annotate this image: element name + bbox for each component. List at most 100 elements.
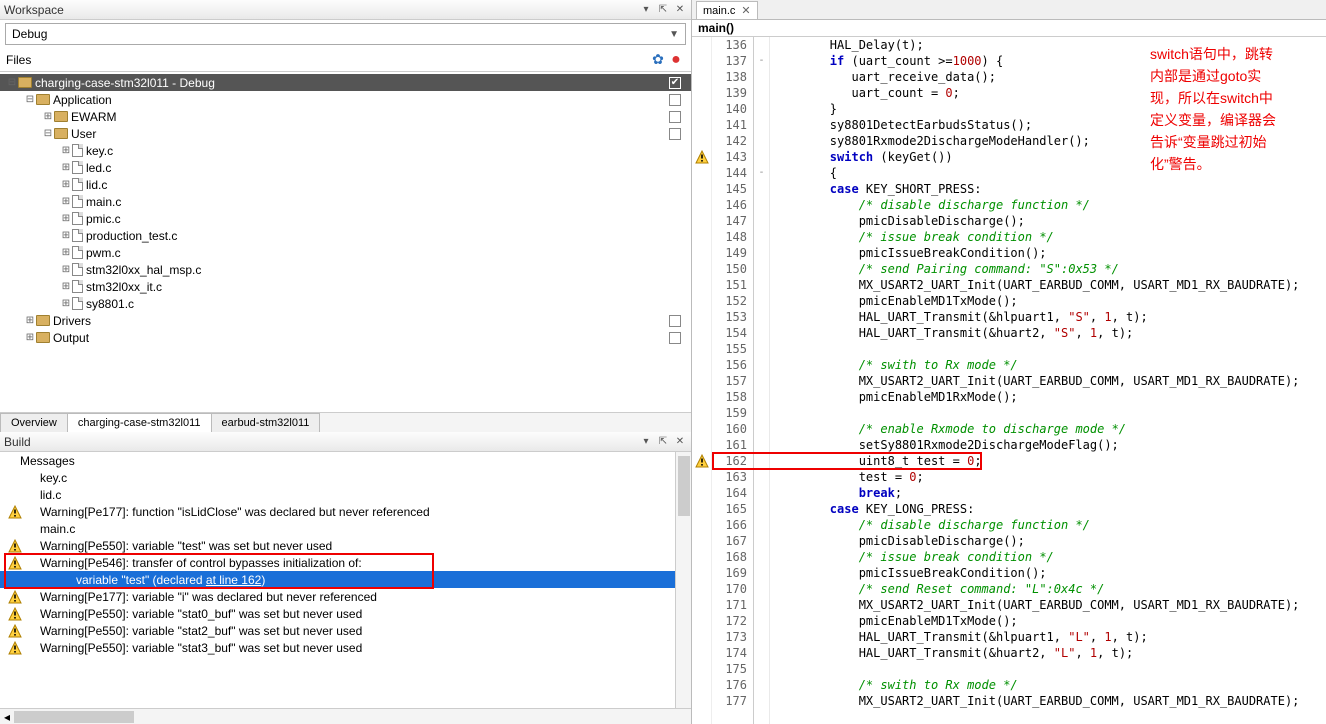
code-line[interactable]: MX_USART2_UART_Init(UART_EARBUD_COMM, US… [772,693,1326,709]
build-row[interactable]: Warning[Pe177]: function "isLidClose" wa… [0,503,675,520]
function-bar[interactable]: main() [692,20,1326,37]
code-line[interactable]: test = 0; [772,469,1326,485]
fold-marker[interactable] [754,341,769,357]
fold-marker[interactable] [754,533,769,549]
tree-checkbox[interactable] [669,128,681,140]
build-row[interactable]: Warning[Pe550]: variable "stat3_buf" was… [0,639,675,656]
code-line[interactable]: pmicEnableMD1RxMode(); [772,389,1326,405]
tree-checkbox[interactable] [669,94,681,106]
code-line[interactable] [772,341,1326,357]
fold-marker[interactable] [754,693,769,709]
fold-marker[interactable] [754,485,769,501]
fold-marker[interactable] [754,149,769,165]
build-hscroll[interactable]: ◂ [0,708,691,724]
fold-marker[interactable] [754,517,769,533]
tree-file-led-c[interactable]: ⊞led.c [0,159,691,176]
code-line[interactable]: /* swith to Rx mode */ [772,677,1326,693]
build-vscroll[interactable] [675,452,691,708]
code-line[interactable]: } [772,101,1326,117]
tab-earbud[interactable]: earbud-stm32l011 [211,413,321,432]
workspace-close-icon[interactable]: ✕ [673,3,687,17]
build-row[interactable]: Warning[Pe550]: variable "test" was set … [0,537,675,554]
code-line[interactable]: pmicEnableMD1TxMode(); [772,293,1326,309]
tree-twist-icon[interactable]: ⊞ [42,111,54,122]
build-row[interactable]: Warning[Pe550]: variable "stat2_buf" was… [0,622,675,639]
fold-marker[interactable] [754,117,769,133]
fold-marker[interactable] [754,677,769,693]
code-line[interactable]: sy8801DetectEarbudsStatus(); [772,117,1326,133]
build-row[interactable]: Warning[Pe177]: variable "i" was declare… [0,588,675,605]
tree-twist-icon[interactable]: ⊟ [6,77,18,88]
code-line[interactable]: sy8801Rxmode2DischargeModeHandler(); [772,133,1326,149]
tree-twist-icon[interactable]: ⊞ [60,281,72,292]
fold-marker[interactable] [754,245,769,261]
build-close-icon[interactable]: ✕ [673,435,687,449]
workspace-dropdown-icon[interactable]: ▾ [639,3,653,17]
build-row[interactable]: key.c [0,469,675,486]
fold-marker[interactable] [754,309,769,325]
code-line[interactable]: /* swith to Rx mode */ [772,357,1326,373]
fold-marker[interactable] [754,437,769,453]
fold-marker[interactable] [754,213,769,229]
code-line[interactable]: MX_USART2_UART_Init(UART_EARBUD_COMM, US… [772,373,1326,389]
code-line[interactable]: pmicDisableDischarge(); [772,213,1326,229]
tree-file-stm32l0xx_it-c[interactable]: ⊞stm32l0xx_it.c [0,278,691,295]
build-messages[interactable]: Messages key.clid.cWarning[Pe177]: funct… [0,452,675,708]
tab-charging-case[interactable]: charging-case-stm32l011 [67,413,212,432]
fold-gutter[interactable]: -- [754,37,770,724]
fold-marker[interactable] [754,229,769,245]
code-line[interactable]: /* send Reset command: "L":0x4c */ [772,581,1326,597]
fold-marker[interactable] [754,405,769,421]
fold-marker[interactable] [754,645,769,661]
fold-marker[interactable] [754,629,769,645]
code-line[interactable]: HAL_Delay(t); [772,37,1326,53]
build-row[interactable]: Warning[Pe550]: variable "stat0_buf" was… [0,605,675,622]
fold-marker[interactable] [754,181,769,197]
fold-marker[interactable] [754,325,769,341]
tree-checkbox[interactable]: ✔ [669,77,681,89]
code-line[interactable]: case KEY_LONG_PRESS: [772,501,1326,517]
code-line[interactable]: /* issue break condition */ [772,549,1326,565]
tree-file-pwm-c[interactable]: ⊞pwm.c [0,244,691,261]
fold-marker[interactable] [754,85,769,101]
code-line[interactable]: MX_USART2_UART_Init(UART_EARBUD_COMM, US… [772,597,1326,613]
fold-marker[interactable] [754,357,769,373]
build-row[interactable]: main.c [0,520,675,537]
code-line[interactable]: { [772,165,1326,181]
tree-twist-icon[interactable]: ⊞ [60,196,72,207]
code-line[interactable]: pmicIssueBreakCondition(); [772,245,1326,261]
tree-twist-icon[interactable]: ⊞ [24,315,36,326]
build-pin-icon[interactable]: ⇱ [656,435,670,449]
fold-marker[interactable] [754,133,769,149]
tree-folder-charging-case-stm32l011-debug[interactable]: ⊟charging-case-stm32l011 - Debug✔ [0,74,691,91]
tree-folder-drivers[interactable]: ⊞Drivers [0,312,691,329]
code-line[interactable]: /* issue break condition */ [772,229,1326,245]
fold-marker[interactable] [754,421,769,437]
code-line[interactable]: /* send Pairing command: "S":0x53 */ [772,261,1326,277]
tree-checkbox[interactable] [669,315,681,327]
code-line[interactable]: HAL_UART_Transmit(&huart2, "L", 1, t); [772,645,1326,661]
config-dropdown[interactable]: Debug ▼ [5,23,686,45]
code-line[interactable] [772,405,1326,421]
tree-twist-icon[interactable]: ⊟ [24,94,36,105]
fold-marker[interactable] [754,197,769,213]
code-line[interactable]: switch (keyGet()) [772,149,1326,165]
tree-twist-icon[interactable]: ⊞ [60,179,72,190]
code-line[interactable]: setSy8801Rxmode2DischargeModeFlag(); [772,437,1326,453]
tree-twist-icon[interactable]: ⊞ [60,145,72,156]
fold-marker[interactable] [754,581,769,597]
tree-file-pmic-c[interactable]: ⊞pmic.c [0,210,691,227]
fold-marker[interactable]: - [754,53,769,69]
fold-marker[interactable] [754,565,769,581]
tree-file-key-c[interactable]: ⊞key.c [0,142,691,159]
code-line[interactable] [772,661,1326,677]
code-line[interactable]: uint8_t test = 0; [772,453,1326,469]
code-line[interactable]: /* disable discharge function */ [772,517,1326,533]
close-tab-icon[interactable]: ✕ [741,4,750,17]
code-line[interactable]: /* enable Rxmode to discharge mode */ [772,421,1326,437]
tree-file-production_test-c[interactable]: ⊞production_test.c [0,227,691,244]
code-line[interactable]: pmicIssueBreakCondition(); [772,565,1326,581]
code-line[interactable]: pmicDisableDischarge(); [772,533,1326,549]
fold-marker[interactable] [754,293,769,309]
build-dropdown-icon[interactable]: ▾ [639,435,653,449]
